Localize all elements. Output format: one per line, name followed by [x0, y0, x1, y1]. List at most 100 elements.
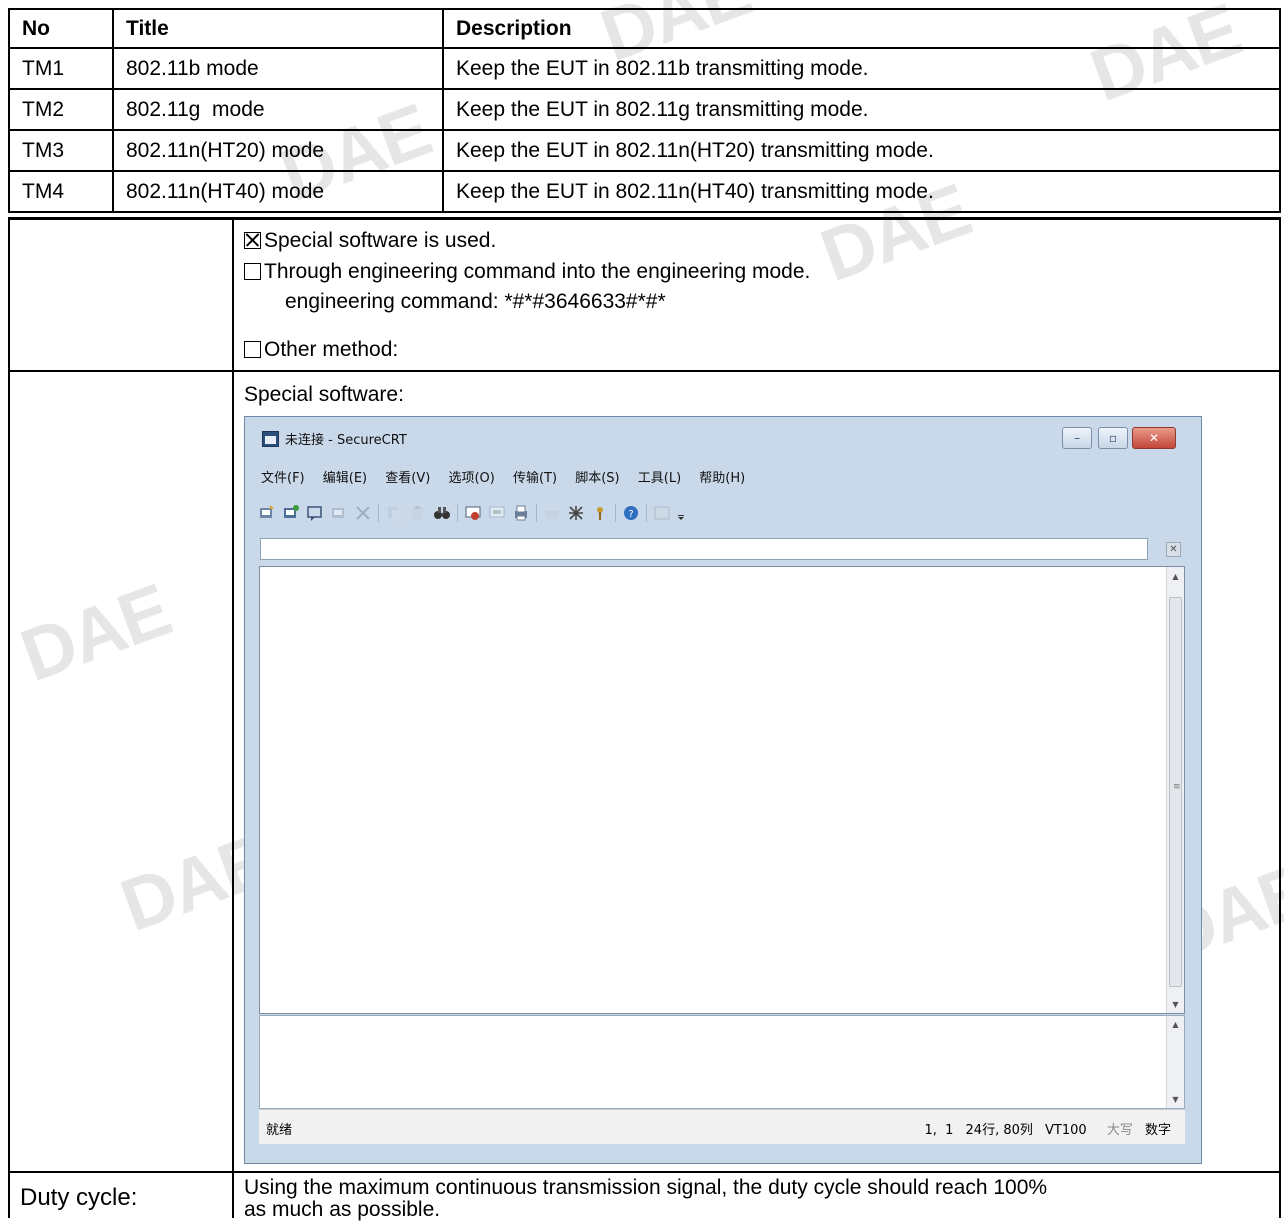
svg-text:?: ? [628, 509, 633, 520]
watermark: DAE [10, 567, 180, 698]
toolbar-separator [646, 504, 647, 522]
test-mode-table: No Title Description TM1 802.11b mode Ke… [8, 8, 1281, 213]
print-selection-icon[interactable] [488, 504, 506, 522]
securecrt-app-icon [262, 431, 279, 447]
table-divider [8, 370, 1281, 372]
option-other-method: Other method: [244, 338, 398, 362]
menu-script[interactable]: 脚本(S) [575, 471, 619, 486]
status-terminal-type: VT100 [1045, 1123, 1087, 1138]
menu-tools[interactable]: 工具(L) [638, 471, 681, 486]
column-header: Description [442, 8, 1281, 49]
status-right-group: 1, 1 24行, 80列 VT100 大写 数字 [916, 1119, 1171, 1138]
table-divider [232, 220, 234, 1218]
menu-transfer[interactable]: 传输(T) [513, 471, 557, 486]
grip-icon: ≡ [1173, 782, 1181, 792]
table-row: TM2 802.11g mode Keep the EUT in 802.11g… [8, 88, 1281, 131]
toolbar-overflow-icon[interactable] [677, 504, 685, 522]
chat-input-pane[interactable]: ▲ ▼ [259, 1015, 1185, 1109]
duty-cycle-text: Using the maximum continuous transmissio… [244, 1176, 1048, 1199]
minimize-button[interactable]: – [1062, 427, 1092, 449]
terminal-output-pane[interactable]: ▲ ≡ ▼ [259, 566, 1185, 1014]
duty-cycle-label: Duty cycle: [20, 1184, 138, 1211]
scroll-down-icon[interactable]: ▼ [1167, 1095, 1184, 1104]
vertical-scrollbar[interactable]: ▲ ≡ ▼ [1166, 567, 1184, 1013]
checkbox-unchecked[interactable] [244, 263, 261, 280]
close-button[interactable]: ✕ [1132, 427, 1176, 449]
option-label: Special software is used. [264, 229, 497, 252]
menu-edit[interactable]: 编辑(E) [323, 471, 367, 486]
mode-description: Keep the EUT in 802.11n(HT40) transmitti… [442, 170, 1281, 213]
mode-title: 802.11b mode [112, 47, 444, 90]
menu-help[interactable]: 帮助(H) [699, 471, 745, 486]
connect-icon[interactable] [258, 504, 276, 522]
option-label: Through engineering command into the eng… [264, 260, 811, 283]
close-icon[interactable]: ✕ [1166, 542, 1181, 557]
column-header: No [8, 8, 114, 49]
command-input[interactable] [260, 538, 1148, 560]
checkbox-unchecked[interactable] [244, 341, 261, 358]
mode-title: 802.11n(HT20) mode [112, 129, 444, 172]
column-header: Title [112, 8, 444, 49]
quick-connect-icon[interactable] [282, 504, 300, 522]
paste-icon[interactable] [409, 504, 427, 522]
engineering-command-text: engineering command: *#*#3646633#*#* [285, 290, 666, 313]
scroll-up-icon[interactable]: ▲ [1167, 1020, 1184, 1029]
table-row: TM1 802.11b mode Keep the EUT in 802.11b… [8, 47, 1281, 90]
maximize-button[interactable]: ▫ [1098, 427, 1128, 449]
status-caps: 大写 [1106, 1123, 1133, 1138]
scroll-up-icon[interactable]: ▲ [1167, 572, 1184, 581]
mode-number: TM4 [8, 170, 114, 213]
status-size: 24行, 80列 [965, 1123, 1033, 1138]
copy-icon[interactable] [385, 504, 403, 522]
status-bar: 就绪 1, 1 24行, 80列 VT100 大写 数字 [259, 1109, 1185, 1144]
menu-options[interactable]: 选项(O) [448, 471, 494, 486]
toolbar-separator [615, 504, 616, 522]
window-title: 未连接 - SecureCRT [285, 433, 407, 448]
option-special-software: Special software is used. [244, 229, 496, 253]
status-num: 数字 [1144, 1123, 1171, 1138]
disconnect-icon[interactable] [354, 504, 372, 522]
scrollbar-thumb[interactable]: ≡ [1169, 597, 1182, 987]
status-cursor: 1, 1 [924, 1123, 954, 1138]
table-header-row: No Title Description [8, 8, 1281, 49]
toolbar: ? [258, 501, 691, 525]
global-options-icon[interactable] [567, 504, 585, 522]
table-divider [1279, 220, 1281, 1218]
mode-number: TM3 [8, 129, 114, 172]
table-row: TM4 802.11n(HT40) mode Keep the EUT in 8… [8, 170, 1281, 213]
mode-description: Keep the EUT in 802.11b transmitting mod… [442, 47, 1281, 90]
vertical-scrollbar[interactable]: ▲ ▼ [1166, 1016, 1184, 1108]
session-options-icon[interactable] [543, 504, 561, 522]
print-screen-icon[interactable] [464, 504, 482, 522]
status-ready: 就绪 [266, 1123, 293, 1138]
menu-bar: 文件(F) 编辑(E) 查看(V) 选项(O) 传输(T) 脚本(S) 工具(L… [261, 467, 759, 486]
toolbar-separator [457, 504, 458, 522]
table-divider [8, 217, 1281, 220]
mode-title: 802.11n(HT40) mode [112, 170, 444, 213]
option-label: Other method: [264, 338, 399, 361]
table-row: TM3 802.11n(HT20) mode Keep the EUT in 8… [8, 129, 1281, 172]
scroll-down-icon[interactable]: ▼ [1167, 1000, 1184, 1009]
print-icon[interactable] [512, 504, 530, 522]
table-divider [8, 1171, 1281, 1173]
mode-number: TM2 [8, 88, 114, 131]
option-engineering-command: Through engineering command into the eng… [244, 260, 810, 284]
securecrt-window: 未连接 - SecureCRT – ▫ ✕ 文件(F) 编辑(E) 查看(V) … [244, 416, 1202, 1164]
mode-description: Keep the EUT in 802.11g transmitting mod… [442, 88, 1281, 131]
connect-in-tab-icon[interactable] [306, 504, 324, 522]
menu-view[interactable]: 查看(V) [385, 471, 430, 486]
mode-description: Keep the EUT in 802.11n(HT20) transmitti… [442, 129, 1281, 172]
about-icon[interactable] [653, 504, 671, 522]
mode-number: TM1 [8, 47, 114, 90]
keymap-icon[interactable] [591, 504, 609, 522]
toolbar-separator [536, 504, 537, 522]
mode-title: 802.11g mode [112, 88, 444, 131]
menu-file[interactable]: 文件(F) [261, 471, 305, 486]
toolbar-separator [378, 504, 379, 522]
special-software-label: Special software: [244, 383, 404, 406]
checkbox-checked[interactable] [244, 232, 261, 249]
find-icon[interactable] [433, 504, 451, 522]
help-icon[interactable]: ? [622, 504, 640, 522]
duty-cycle-text: as much as possible. [244, 1198, 441, 1221]
reconnect-icon[interactable] [330, 504, 348, 522]
